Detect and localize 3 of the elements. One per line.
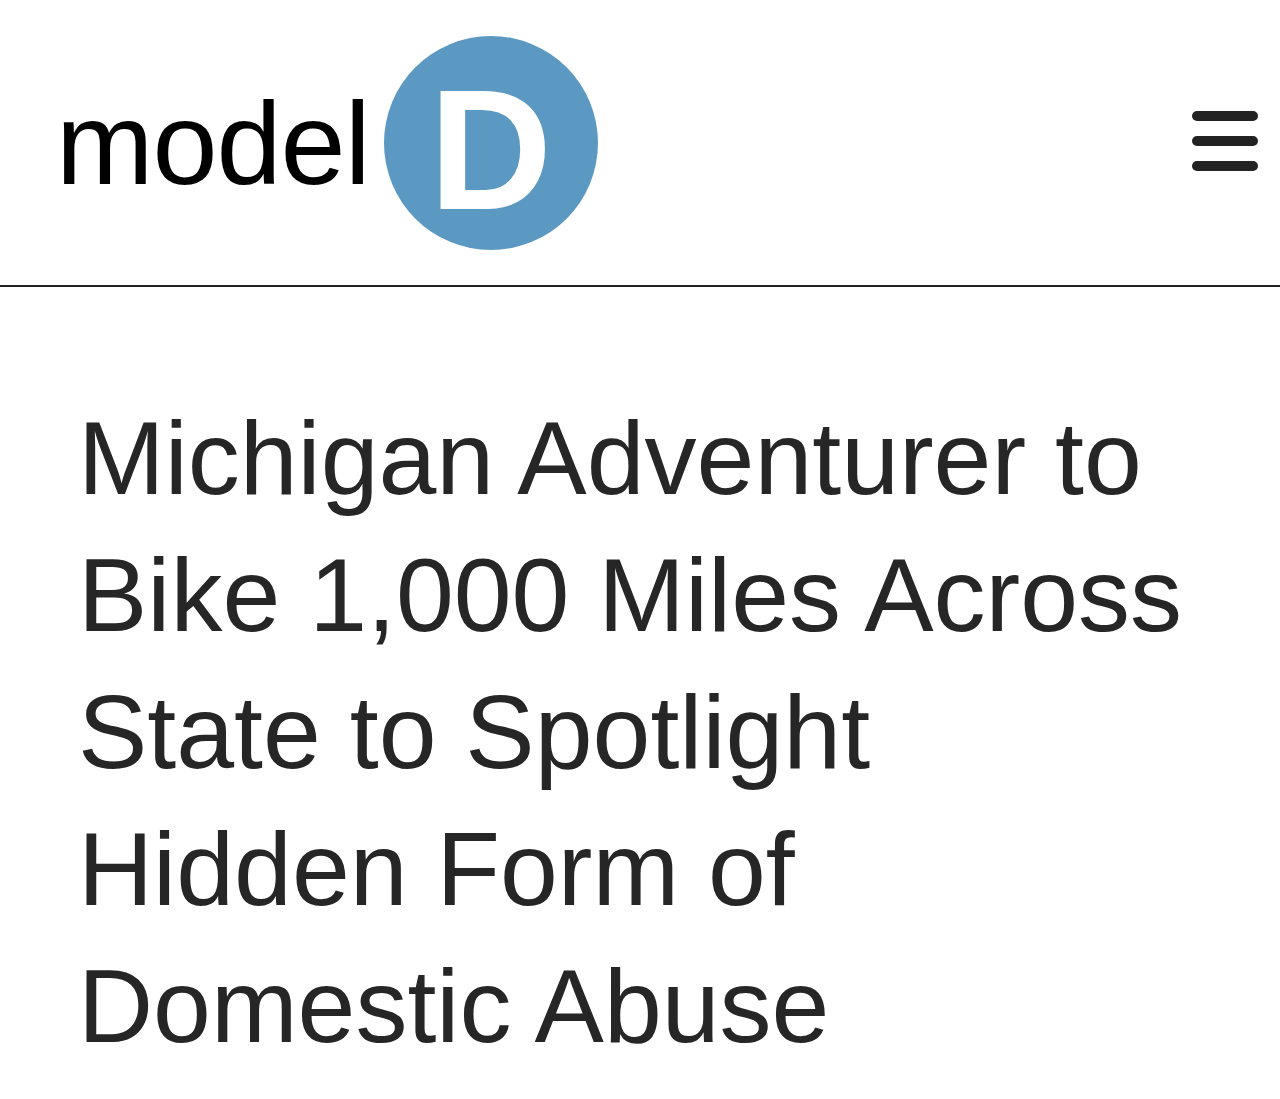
menu-button[interactable] [1192, 110, 1258, 171]
article-headline: Michigan Adventurer to Bike 1,000 Miles Across State to Spotlight Hidden Form of Domestic Abuse [78, 399, 1184, 1066]
logo-wordmark[interactable]: model [56, 85, 370, 202]
